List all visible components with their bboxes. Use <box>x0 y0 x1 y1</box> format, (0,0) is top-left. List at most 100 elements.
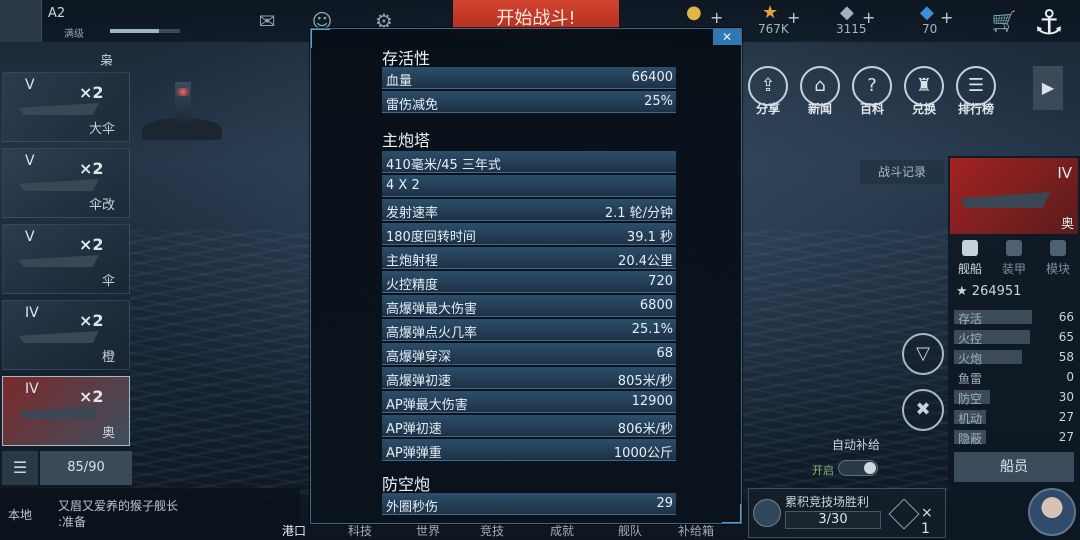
stat-key: 180度回转时间 <box>386 230 476 245</box>
stat-key: AP弹初速 <box>386 422 442 437</box>
leaderboard-button[interactable]: ☰ 排行榜 <box>953 66 999 117</box>
close-button[interactable]: ✕ <box>713 29 741 45</box>
ship-card[interactable]: V ×2 伞改 <box>2 148 130 218</box>
stat-row: 存活 66 <box>954 308 1076 326</box>
ship-silhouette <box>19 407 99 419</box>
diamond-amount: 3115 <box>836 22 867 36</box>
stat-row: AP弹初速 806米/秒 <box>382 415 676 437</box>
stat-key: 发射速率 <box>386 206 439 221</box>
nav-arena[interactable]: 竞技 <box>480 522 504 539</box>
stat-key: 主炮射程 <box>386 254 439 269</box>
share-label: 分享 <box>755 102 780 116</box>
ship-name: 橙 <box>101 350 115 365</box>
nav-achievements[interactable]: 成就 <box>550 522 574 539</box>
diamond-icon: ◆ <box>840 2 854 23</box>
ship-stats-dialog: ✕ 存活性 血量 66400 雷伤减免 25% 主炮塔 410毫米/45 三年式 4… <box>310 28 742 524</box>
arena-title: 累积竞技场胜利 <box>785 495 870 509</box>
redeem-button[interactable]: ♜ 兑换 <box>901 66 947 117</box>
stat-row: 火炮 58 <box>954 348 1076 366</box>
stat-row: 血量 66400 <box>382 67 676 89</box>
ship-list: 枭 V ×2 大伞 V ×2 伞改 V ×2 伞 IV ×2 橙 IV ×2 奥 <box>0 42 134 452</box>
news-button[interactable]: ⌂ 新闻 <box>797 66 843 117</box>
stat-row: 防空 30 <box>954 388 1076 406</box>
ship-tier: V <box>25 229 35 245</box>
ship-tier: V <box>25 153 35 169</box>
auto-supply-toggle[interactable] <box>838 460 878 476</box>
stat-row: 火控 65 <box>954 328 1076 346</box>
player-level-sub: 满级 <box>64 29 84 40</box>
chevron-right-icon[interactable]: ▶ <box>1033 66 1063 110</box>
nav-world[interactable]: 世界 <box>416 522 440 539</box>
chat-bar[interactable]: 本地 又眉又爱养的猴子舰长 :准备 <box>0 488 300 540</box>
ship-name: 大伞 <box>88 122 115 137</box>
stat-row: AP弹弹重 1000公斤 <box>382 439 676 461</box>
ship-rating: ★ 264951 <box>956 284 1021 299</box>
share-button[interactable]: ⇪ 分享 <box>745 66 791 117</box>
stat-label: 机动 <box>958 412 983 426</box>
ship-silhouette <box>19 331 99 343</box>
ship-count-badge: ×2 <box>79 387 104 406</box>
stat-row: 外圈秒伤 29 <box>382 493 676 515</box>
tab-modules[interactable]: 模块 <box>1038 238 1078 277</box>
ship-panel-tabs: 舰船 装甲 模块 <box>948 238 1080 278</box>
add-star-button[interactable]: + <box>787 8 800 27</box>
anchor-icon[interactable]: ⚓ <box>1026 0 1072 46</box>
add-gold-button[interactable]: + <box>710 8 723 27</box>
selected-ship-thumbnail[interactable]: IV 奥 <box>950 158 1078 234</box>
nav-tech[interactable]: 科技 <box>348 522 372 539</box>
ship-tier: IV <box>25 381 39 397</box>
nav-fleet[interactable]: 舰队 <box>618 522 642 539</box>
player-avatar[interactable] <box>0 0 42 42</box>
star-amount: 767K <box>758 22 789 36</box>
wiki-button[interactable]: ? 百科 <box>849 66 895 117</box>
stat-label: 隐蔽 <box>958 432 983 446</box>
leaderboard-label: 排行榜 <box>957 102 994 116</box>
captain-portrait[interactable] <box>1028 488 1076 536</box>
list-menu-icon[interactable]: ☰ <box>2 451 38 485</box>
ship-silhouette <box>960 192 1050 208</box>
battle-log-button[interactable]: 战斗记录 <box>860 160 944 184</box>
xp-bar <box>110 29 180 33</box>
add-gem-button[interactable]: + <box>940 8 953 27</box>
stat-key: 外圈秒伤 <box>386 500 439 515</box>
ship-card-selected[interactable]: IV ×2 奥 <box>2 376 130 446</box>
section-title: 主炮塔 <box>382 131 431 150</box>
stat-label: 火控 <box>958 332 983 346</box>
auto-supply-title: 自动补给 <box>832 438 881 452</box>
nav-port[interactable]: 港口 <box>282 522 306 539</box>
stat-row: 鱼雷 0 <box>954 368 1076 386</box>
stat-key: 高爆弹初速 <box>386 374 452 389</box>
ship-list-top-label: 枭 <box>100 54 114 69</box>
stat-row: 高爆弹最大伤害 6800 <box>382 295 676 317</box>
stat-row: 主炮射程 20.4公里 <box>382 247 676 269</box>
stat-key: 血量 <box>386 74 413 89</box>
ship-list-footer: ☰ 85/90 <box>0 451 134 485</box>
ship-silhouette <box>19 255 99 267</box>
nav-supply-box[interactable]: 补给箱 <box>678 522 714 539</box>
arena-wins-panel[interactable]: 累积竞技场胜利 3/30 × 1 <box>748 488 946 538</box>
stat-row: 雷伤减免 25% <box>382 91 676 113</box>
stat-value: 65 <box>1058 330 1074 344</box>
ship-card[interactable]: IV ×2 橙 <box>2 300 130 370</box>
ship-silhouette <box>19 179 99 191</box>
rank-insignia-icon[interactable]: ▽ <box>902 333 944 375</box>
stat-row: 410毫米/45 三年式 <box>382 151 676 173</box>
reward-chip-icon <box>888 498 920 530</box>
tab-armor[interactable]: 装甲 <box>994 238 1034 277</box>
tab-ship[interactable]: 舰船 <box>950 238 990 277</box>
crew-button[interactable]: 船员 <box>954 452 1074 482</box>
ship-card[interactable]: V ×2 伞 <box>2 224 130 294</box>
repair-tools-icon[interactable]: ✖ <box>902 389 944 431</box>
chat-channel[interactable]: 本地 <box>8 506 32 523</box>
stat-key: AP弹弹重 <box>386 446 442 461</box>
shop-cart-icon[interactable]: 🛒 <box>988 9 1020 33</box>
stat-value: 20.4公里 <box>618 254 673 269</box>
mail-icon[interactable]: ✉ <box>255 9 279 33</box>
gem-amount: 70 <box>922 22 938 36</box>
ship-name: 伞改 <box>88 198 115 213</box>
ship-name: 奥 <box>1060 217 1074 232</box>
ship-card[interactable]: V ×2 大伞 <box>2 72 130 142</box>
stat-key: 高爆弹点火几率 <box>386 326 478 341</box>
ship-count-badge: ×2 <box>79 311 104 330</box>
stat-value: 27 <box>1058 430 1074 444</box>
